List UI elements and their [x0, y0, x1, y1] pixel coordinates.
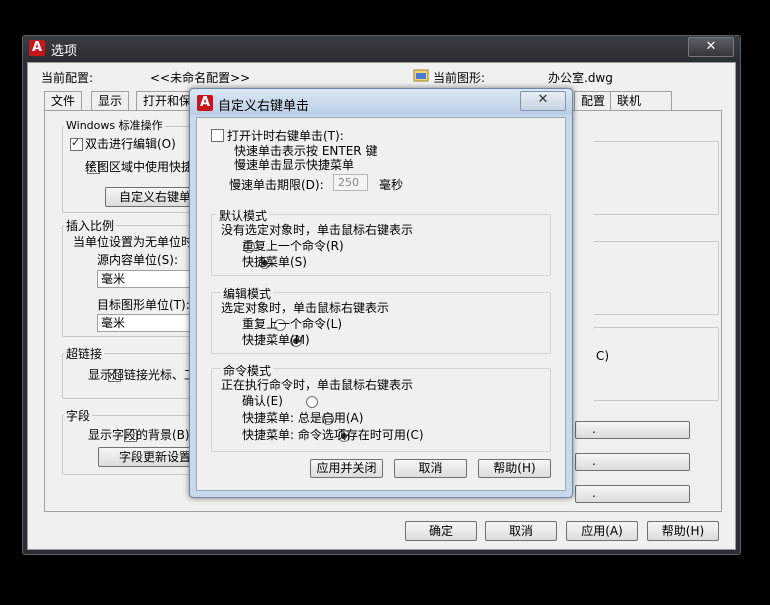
slow-limit-label: 慢速单击期限(D):: [229, 178, 324, 192]
dialog-help-button[interactable]: 帮助(H): [478, 459, 551, 478]
right-button-1[interactable]: .: [575, 421, 690, 439]
options-titlebar[interactable]: A 选项 ✕: [23, 36, 740, 60]
command-mode-desc: 正在执行命令时，单击鼠标右键表示: [221, 378, 414, 392]
cancel-button[interactable]: 取消: [485, 521, 557, 541]
options-close-button[interactable]: ✕: [688, 37, 734, 57]
slow-click-text: 慢速单击显示快捷菜单: [234, 158, 355, 172]
options-title: 选项: [51, 44, 78, 59]
dblclick-edit-checkbox[interactable]: [70, 136, 83, 151]
autocad-logo-icon: A: [29, 40, 45, 56]
default-repeat-label: 重复上一个命令(R): [242, 239, 344, 253]
tab-display[interactable]: 显示: [91, 91, 130, 110]
group-windows-ops-title: Windows 标准操作: [64, 117, 165, 133]
field-background-label: 显示字段的背景(B): [88, 428, 190, 442]
apply-and-close-button[interactable]: 应用并关闭: [310, 459, 383, 478]
current-profile-value: <<未命名配置>>: [150, 71, 251, 85]
dblclick-edit-label: 双击进行编辑(O): [85, 137, 176, 151]
current-drawing-value: 办公室.dwg: [548, 71, 613, 85]
tab-files[interactable]: 文件: [44, 91, 83, 110]
dialog-close-button[interactable]: ✕: [520, 91, 566, 111]
dialog-titlebar[interactable]: A 自定义右键单击 ✕: [190, 89, 572, 115]
right-button-3[interactable]: .: [575, 485, 690, 503]
custom-right-click-dialog: A 自定义右键单击 ✕ 打开计时右键单击(T): 快速单击表示按 ENTER 键…: [189, 88, 573, 498]
edit-shortcut-label: 快捷菜单(M): [242, 333, 310, 347]
right-group-2: [593, 241, 719, 315]
dialog-cancel-button[interactable]: 取消: [394, 459, 467, 478]
ok-button[interactable]: 确定: [405, 521, 477, 541]
default-mode-desc: 没有选定对象时，单击鼠标右键表示: [221, 223, 414, 237]
help-button[interactable]: 帮助(H): [647, 521, 719, 541]
group-field-title: 字段: [64, 407, 93, 424]
timed-right-click-checkbox[interactable]: [211, 129, 224, 142]
group-hyperlink-title: 超链接: [64, 345, 105, 362]
dialog-title: 自定义右键单击: [218, 99, 310, 114]
right-option-fragment: C): [596, 349, 610, 363]
tab-profiles[interactable]: 配置: [574, 91, 613, 110]
slow-limit-input[interactable]: 250: [333, 174, 368, 191]
right-group-3: [593, 327, 719, 401]
command-shortcut-options-label: 快捷菜单: 命令选项存在时可用(C): [242, 428, 424, 442]
dialog-client: 打开计时右键单击(T): 快速单击表示按 ENTER 键 慢速单击显示快捷菜单 …: [196, 117, 566, 491]
hyperlink-cursor-label: 显示超链接光标、工: [88, 368, 197, 382]
apply-button[interactable]: 应用(A): [566, 521, 638, 541]
current-drawing-label: 当前图形:: [433, 71, 486, 85]
command-shortcut-always-label: 快捷菜单: 总是启用(A): [242, 411, 364, 425]
edit-mode-desc: 选定对象时，单击鼠标右键表示: [221, 301, 390, 315]
shortcut-menu-label: 绘图区域中使用快捷: [85, 160, 194, 174]
default-shortcut-label: 快捷菜单(S): [242, 255, 307, 269]
right-button-2[interactable]: .: [575, 453, 690, 471]
source-units-label: 源内容单位(S):: [97, 253, 179, 267]
dialog-autocad-logo-icon: A: [197, 95, 213, 111]
target-units-label: 目标图形单位(T):: [97, 298, 190, 312]
tab-online[interactable]: 联机: [610, 91, 672, 110]
drawing-file-icon: [413, 68, 429, 82]
insert-scale-desc: 当单位设置为无单位时: [73, 235, 194, 249]
current-profile-label: 当前配置:: [41, 71, 94, 85]
group-insert-scale-title: 插入比例: [64, 217, 117, 234]
slow-limit-unit: 毫秒: [379, 178, 404, 192]
edit-repeat-label: 重复上一个命令(L): [242, 317, 343, 331]
command-confirm-label: 确认(E): [242, 394, 283, 408]
right-group-1: [593, 141, 719, 215]
